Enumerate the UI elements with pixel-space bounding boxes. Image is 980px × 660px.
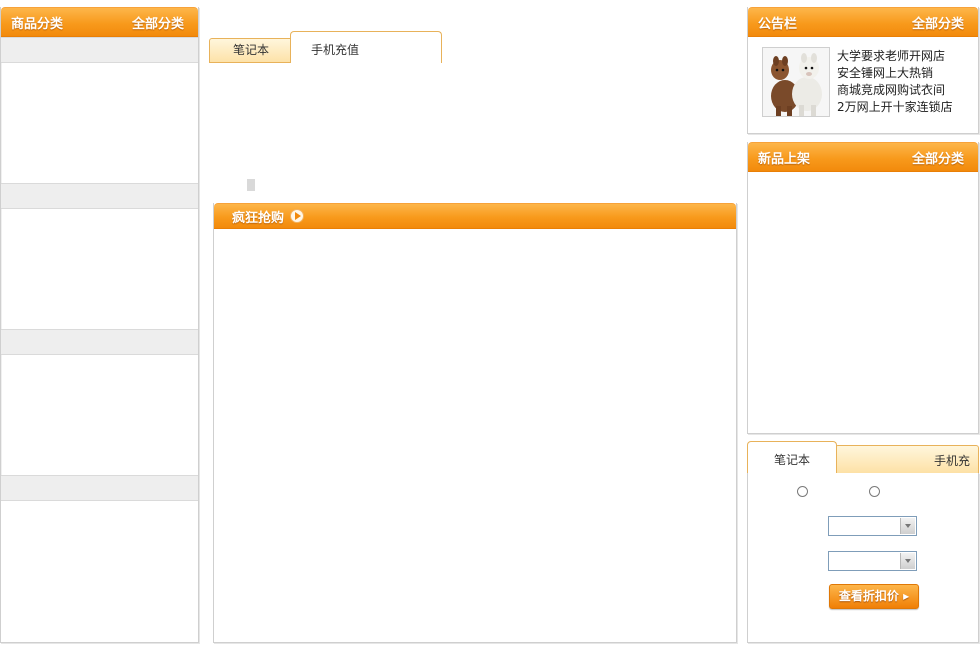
notice-item[interactable]: 安全锤网上大热销 <box>837 65 953 82</box>
flash-sale-title: 疯狂抢购 <box>232 210 285 226</box>
tab-mobile-recharge-query[interactable]: 手机充值 <box>835 445 979 498</box>
tab-divider <box>209 62 291 63</box>
category-group-header[interactable] <box>1 475 198 501</box>
model-select[interactable] <box>828 551 917 571</box>
category-group-body <box>1 209 198 329</box>
notice-item[interactable]: 大学要求老师开网店 <box>837 48 953 65</box>
new-arrivals-header: 新品上架 全部分类 <box>748 142 978 172</box>
category-header: 商品分类 全部分类 <box>1 7 198 37</box>
price-query-panel: 查看折扣价 ▸ <box>747 473 979 643</box>
chevron-down-icon <box>900 553 915 569</box>
flash-sale-panel: 疯狂抢购 <box>213 203 737 643</box>
notice-body: 大学要求老师开网店 安全锤网上大热销 商城竞成网购试衣间 2万网上开十家连锁店 <box>748 37 978 117</box>
notice-list: 大学要求老师开网店 安全锤网上大热销 商城竞成网购试衣间 2万网上开十家连锁店 <box>837 48 953 117</box>
product-tabs: 笔记本 手机充值 <box>209 31 442 64</box>
new-arrivals-all-link[interactable]: 全部分类 <box>912 148 964 167</box>
tab-notebook[interactable]: 笔记本 <box>209 38 293 63</box>
category-title: 商品分类 <box>11 16 64 32</box>
notice-item[interactable]: 2万网上开十家连锁店 <box>837 99 953 116</box>
all-categories-link[interactable]: 全部分类 <box>132 13 184 32</box>
category-group-header[interactable] <box>1 183 198 209</box>
alpaca-plush-icon <box>763 48 829 116</box>
category-group-header[interactable] <box>1 329 198 355</box>
tab-mobile-recharge[interactable]: 手机充值 <box>290 31 442 63</box>
category-panel: 商品分类 全部分类 <box>0 7 199 643</box>
notice-all-link[interactable]: 全部分类 <box>912 13 964 32</box>
notice-title: 公告栏 <box>758 16 798 32</box>
price-query-tabs: 手机充值 笔记本 <box>747 441 980 498</box>
slide-indicator[interactable] <box>247 179 255 191</box>
radio-option-1[interactable] <box>797 486 808 497</box>
new-arrivals-panel: 新品上架 全部分类 <box>747 142 979 434</box>
category-group-body <box>1 355 198 475</box>
notice-header: 公告栏 全部分类 <box>748 7 978 37</box>
category-group-header[interactable] <box>1 37 198 63</box>
view-discount-button[interactable]: 查看折扣价 ▸ <box>829 584 919 609</box>
notice-board-panel: 公告栏 全部分类 大学要求老师开网店 安全锤网上大热销 商城竞成网购试衣间 2万… <box>747 7 979 134</box>
category-group-body <box>1 63 198 183</box>
new-arrivals-title: 新品上架 <box>758 151 811 167</box>
flash-sale-header: 疯狂抢购 <box>214 203 736 229</box>
chevron-down-icon <box>900 518 915 534</box>
brand-select[interactable] <box>828 516 917 536</box>
alpaca-plush-image[interactable] <box>762 47 830 117</box>
radio-option-2[interactable] <box>869 486 880 497</box>
notice-item[interactable]: 商城竞成网购试衣间 <box>837 82 953 99</box>
tab-notebook-query[interactable]: 笔记本 <box>747 441 837 474</box>
play-arrow-icon[interactable] <box>290 209 305 223</box>
view-discount-label: 查看折扣价 <box>838 589 899 603</box>
